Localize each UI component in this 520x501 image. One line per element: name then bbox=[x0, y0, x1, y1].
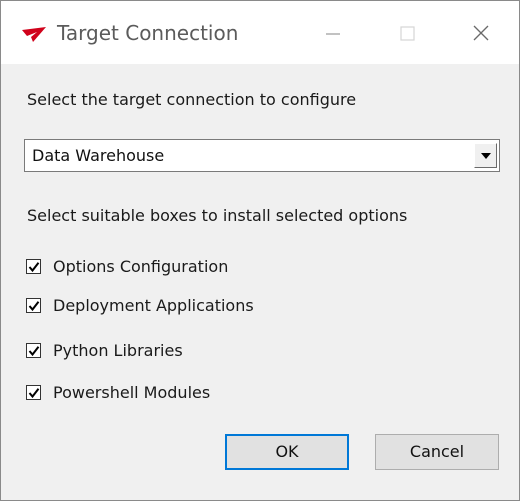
target-connection-dialog: Target Connection Select the target conn… bbox=[0, 0, 520, 501]
ok-button[interactable]: OK bbox=[225, 434, 349, 470]
option-label: Powershell Modules bbox=[53, 383, 211, 402]
checkmark-icon bbox=[28, 388, 40, 399]
option-options-configuration[interactable]: Options Configuration bbox=[26, 257, 346, 279]
checkbox-options-configuration[interactable] bbox=[26, 259, 41, 274]
checkmark-icon bbox=[28, 262, 40, 273]
option-label: Options Configuration bbox=[53, 257, 229, 276]
minimize-button[interactable] bbox=[314, 17, 352, 49]
connection-select[interactable]: Data Warehouse bbox=[24, 139, 500, 172]
checkbox-deployment-applications[interactable] bbox=[26, 298, 41, 313]
minimize-icon bbox=[326, 33, 340, 35]
connection-prompt: Select the target connection to configur… bbox=[27, 90, 357, 109]
title-bar[interactable]: Target Connection bbox=[1, 1, 519, 64]
checkbox-python-libraries[interactable] bbox=[26, 343, 41, 358]
close-button[interactable] bbox=[462, 17, 500, 49]
maximize-icon bbox=[400, 26, 415, 41]
dropdown-arrow-icon[interactable] bbox=[474, 143, 497, 168]
option-label: Python Libraries bbox=[53, 341, 183, 360]
app-logo-icon bbox=[22, 27, 46, 42]
window-title: Target Connection bbox=[57, 21, 239, 45]
option-python-libraries[interactable]: Python Libraries bbox=[26, 341, 346, 363]
option-label: Deployment Applications bbox=[53, 296, 254, 315]
checkmark-icon bbox=[28, 301, 40, 312]
checkbox-powershell-modules[interactable] bbox=[26, 385, 41, 400]
checkmark-icon bbox=[28, 346, 40, 357]
cancel-button[interactable]: Cancel bbox=[375, 434, 499, 470]
options-prompt: Select suitable boxes to install selecte… bbox=[27, 206, 408, 225]
maximize-button[interactable] bbox=[388, 17, 426, 49]
option-powershell-modules[interactable]: Powershell Modules bbox=[26, 383, 346, 405]
close-icon bbox=[473, 25, 489, 41]
connection-select-value: Data Warehouse bbox=[32, 146, 165, 165]
option-deployment-applications[interactable]: Deployment Applications bbox=[26, 296, 346, 318]
